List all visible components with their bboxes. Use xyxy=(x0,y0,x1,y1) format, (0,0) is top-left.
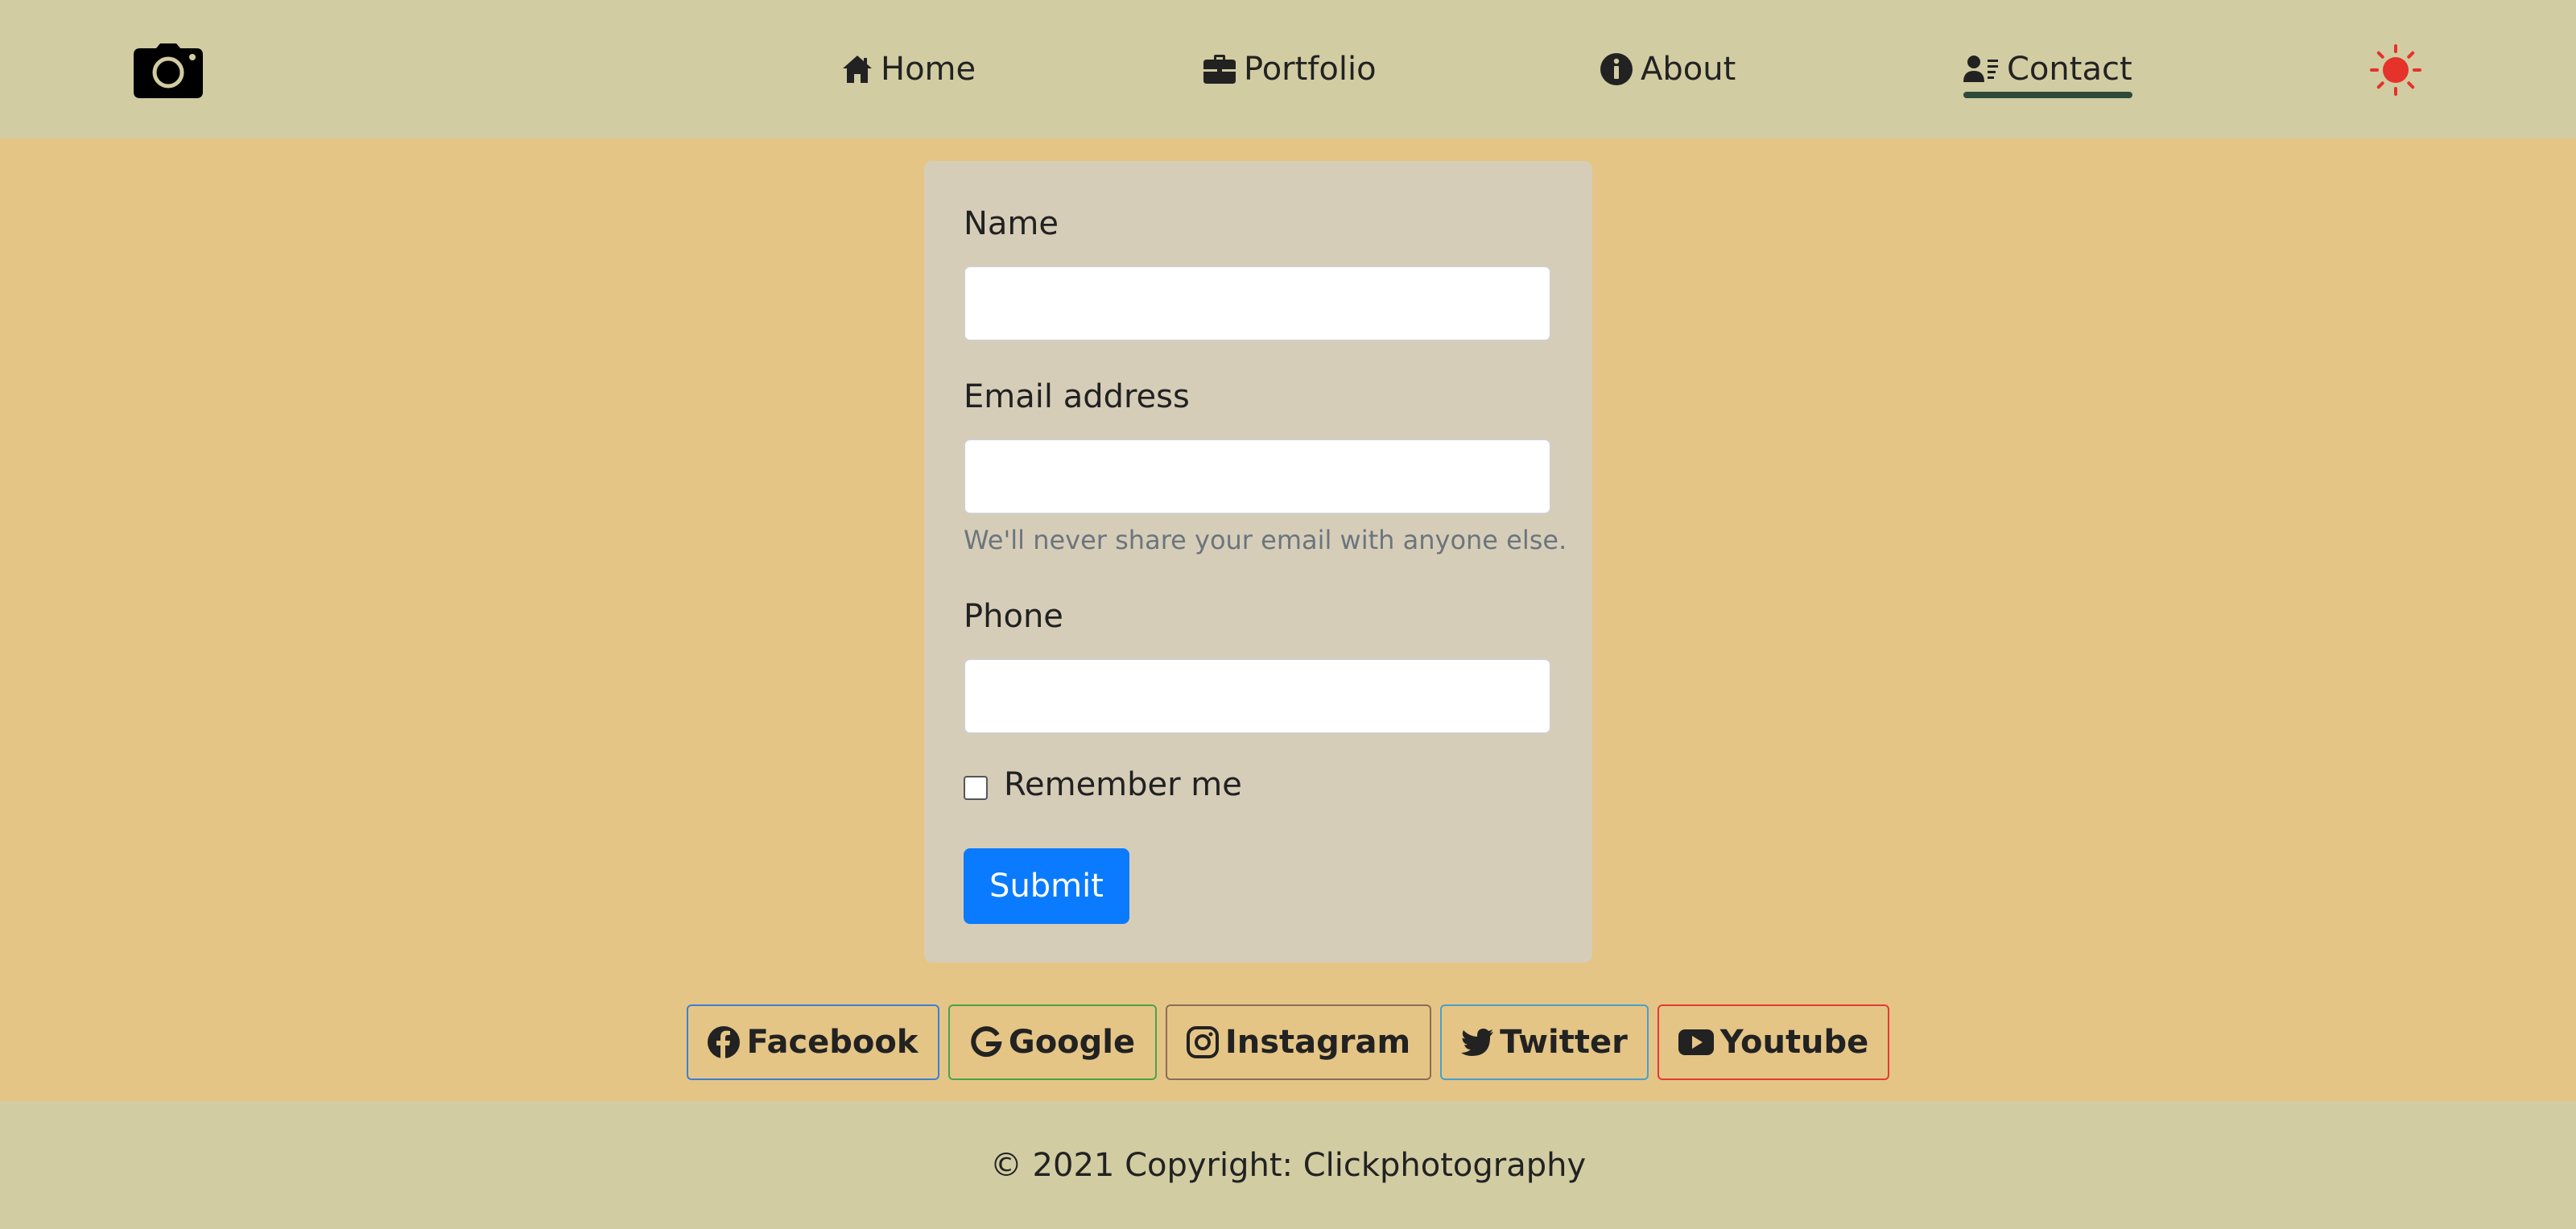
camera-icon[interactable] xyxy=(134,43,203,98)
navbar: Home Portfolio About Contact xyxy=(0,0,2576,138)
instagram-label: Instagram xyxy=(1224,1024,1411,1061)
google-icon xyxy=(970,1026,1002,1058)
email-help-text: We'll never share your email with anyone… xyxy=(964,525,1567,555)
google-button[interactable]: Google xyxy=(948,1004,1157,1080)
nav-home[interactable]: Home xyxy=(842,40,976,98)
submit-button[interactable]: Submit xyxy=(964,848,1129,924)
instagram-icon xyxy=(1186,1026,1219,1058)
nav-about-label: About xyxy=(1641,51,1736,88)
briefcase-icon xyxy=(1203,55,1236,84)
instagram-button[interactable]: Instagram xyxy=(1166,1004,1431,1080)
phone-field[interactable] xyxy=(964,658,1551,734)
youtube-icon xyxy=(1678,1029,1714,1055)
contact-form: Name Email address We'll never share you… xyxy=(924,161,1592,963)
facebook-icon xyxy=(708,1026,741,1058)
remember-me-label: Remember me xyxy=(1004,766,1242,803)
phone-label: Phone xyxy=(964,598,1063,635)
footer: © 2021 Copyright: Clickphotography xyxy=(0,1101,2576,1229)
twitter-icon xyxy=(1461,1029,1494,1056)
twitter-label: Twitter xyxy=(1500,1024,1628,1061)
nav-home-label: Home xyxy=(881,51,976,88)
name-field[interactable] xyxy=(964,266,1551,341)
sun-icon[interactable] xyxy=(2370,44,2421,96)
copyright-text: © 2021 Copyright: Clickphotography xyxy=(989,1146,1587,1184)
nav-portfolio[interactable]: Portfolio xyxy=(1203,40,1377,98)
email-label: Email address xyxy=(964,378,1190,415)
contact-card-icon xyxy=(1963,55,1999,84)
home-icon xyxy=(842,55,873,84)
facebook-label: Facebook xyxy=(746,1024,919,1061)
name-label: Name xyxy=(964,205,1059,242)
google-label: Google xyxy=(1008,1024,1136,1061)
youtube-label: Youtube xyxy=(1719,1024,1869,1061)
info-icon xyxy=(1600,53,1633,85)
nav-contact-label: Contact xyxy=(2007,51,2132,88)
youtube-button[interactable]: Youtube xyxy=(1657,1004,1889,1080)
nav-portfolio-label: Portfolio xyxy=(1244,51,1377,88)
remember-me-checkbox[interactable] xyxy=(964,776,988,800)
email-field[interactable] xyxy=(964,439,1551,514)
facebook-button[interactable]: Facebook xyxy=(687,1004,939,1080)
twitter-button[interactable]: Twitter xyxy=(1440,1004,1649,1080)
nav-about[interactable]: About xyxy=(1600,40,1736,98)
nav-contact[interactable]: Contact xyxy=(1963,40,2132,98)
